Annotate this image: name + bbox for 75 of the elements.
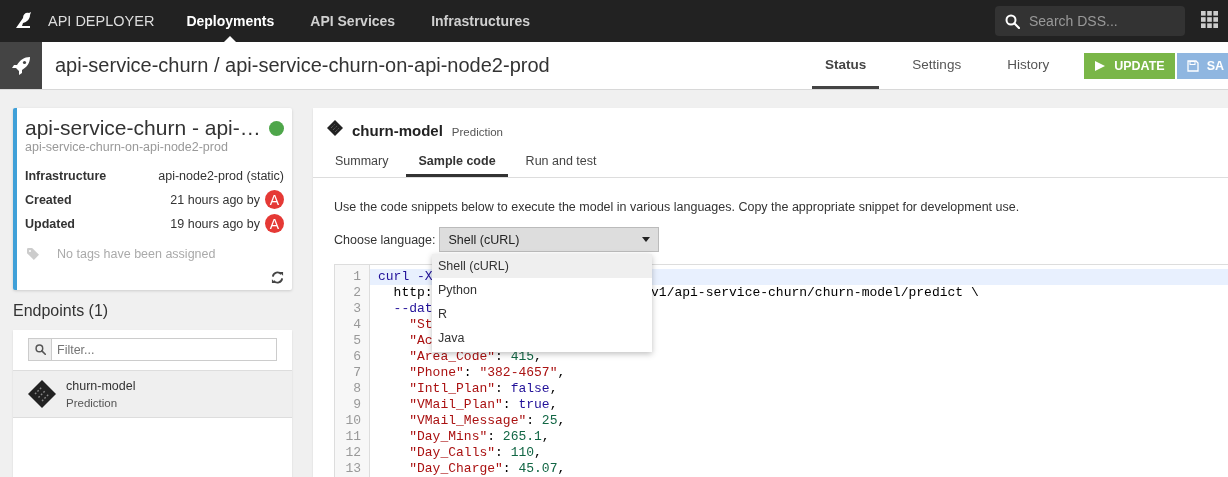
language-label: Choose language: [334, 232, 436, 247]
line-number: 2 [352, 285, 362, 301]
field-value: api-node2-prod (static) [158, 168, 284, 183]
code-text: "Ac [408, 333, 433, 349]
header-tab[interactable]: Settings [899, 42, 975, 89]
search-field[interactable]: Search DSS... [995, 6, 1185, 36]
field-label: Infrastructure [25, 168, 107, 183]
line-number: 5 [352, 333, 362, 349]
code-text: --dat [392, 301, 433, 317]
dropdown-option[interactable]: R [432, 302, 652, 326]
dropdown-option[interactable]: Python [432, 278, 652, 302]
filter-field[interactable]: Filter... [52, 338, 277, 361]
detail-tab[interactable]: Sample code [406, 147, 508, 177]
line-number: 12 [344, 445, 362, 461]
line-number: 9 [352, 397, 362, 413]
code-text: "VMail_Plan": true, [408, 397, 558, 413]
description-text: Use the code snippets below to execute the model in various languages. Copy the appropriate snippet for development use. [334, 200, 1021, 214]
app-name: API DEPLOYER [48, 13, 155, 29]
code-text: v1/api-service-churn/churn-model/predict \ [651, 285, 979, 301]
code-text: "Intl_Plan": false, [408, 381, 558, 397]
field-label: Updated [25, 216, 75, 231]
code-text: curl -X [378, 269, 433, 285]
line-number: 11 [344, 429, 362, 445]
dropdown-option[interactable]: Java [432, 326, 652, 350]
play-icon [1094, 59, 1107, 72]
nav-tab[interactable]: API Services [310, 0, 396, 42]
model-diamond-icon [28, 380, 56, 408]
field-value: 19 hours ago by [170, 216, 260, 231]
code-text: http: [392, 285, 433, 301]
code-text: "Day_Mins": 265.1, [408, 429, 550, 445]
detail-tab[interactable]: Summary [323, 147, 401, 177]
endpoint-item[interactable]: churn-model Prediction [13, 371, 292, 418]
endpoints-heading: Endpoints (1) [13, 302, 110, 320]
code-text: "Day_Calls": 110, [408, 445, 542, 461]
line-number: 8 [352, 381, 362, 397]
search-icon [34, 344, 46, 355]
tag-icon [27, 248, 39, 260]
search-icon [1005, 14, 1020, 29]
user-avatar[interactable]: A [265, 190, 284, 209]
code-text: "Phone": "382-4657", [408, 365, 566, 381]
deployment-title: api-service-churn - api-… [25, 116, 261, 140]
nav-tab[interactable]: Deployments [186, 0, 275, 42]
model-diamond-icon [327, 120, 343, 136]
save-icon [1186, 59, 1199, 72]
line-number: 13 [344, 461, 362, 477]
line-number: 6 [352, 349, 362, 365]
user-avatar[interactable]: A [265, 214, 284, 233]
field-label: Created [25, 192, 72, 207]
endpoint-name: churn-model [66, 379, 136, 393]
language-select[interactable]: Shell (cURL) [439, 227, 660, 252]
header-tab[interactable]: Status [812, 42, 880, 89]
line-number: 3 [352, 301, 362, 317]
header-tab[interactable]: History [994, 42, 1063, 89]
endpoint-type: Prediction [66, 397, 119, 409]
nav-tab[interactable]: Infrastructures [431, 0, 530, 42]
endpoint-title: churn-model [352, 122, 443, 139]
endpoint-type: Prediction [451, 126, 503, 138]
bird-logo-icon [14, 9, 34, 30]
caret-icon [642, 237, 651, 242]
no-tags-text: No tags have been assigned [57, 247, 216, 261]
field-value: 21 hours ago by [170, 192, 260, 207]
line-number: 1 [352, 269, 362, 285]
code-text: "Day_Charge": 45.07, [408, 461, 566, 477]
line-number: 10 [344, 413, 362, 429]
line-number: 7 [352, 365, 362, 381]
dropdown-option[interactable]: Shell (cURL) [432, 254, 652, 278]
refresh-icon[interactable] [271, 271, 284, 284]
code-text: "VMail_Message": 25, [408, 413, 566, 429]
code-text: "St [408, 317, 433, 333]
deployment-subtitle: api-service-churn-on-api-node2-prod [25, 140, 229, 154]
line-number: 4 [352, 317, 362, 333]
rocket-icon [11, 55, 31, 76]
detail-tab[interactable]: Run and test [513, 147, 609, 177]
page-title: api-service-churn / api-service-churn-on-api-node2-prod [55, 54, 551, 77]
apps-grid-icon[interactable] [1201, 11, 1218, 28]
